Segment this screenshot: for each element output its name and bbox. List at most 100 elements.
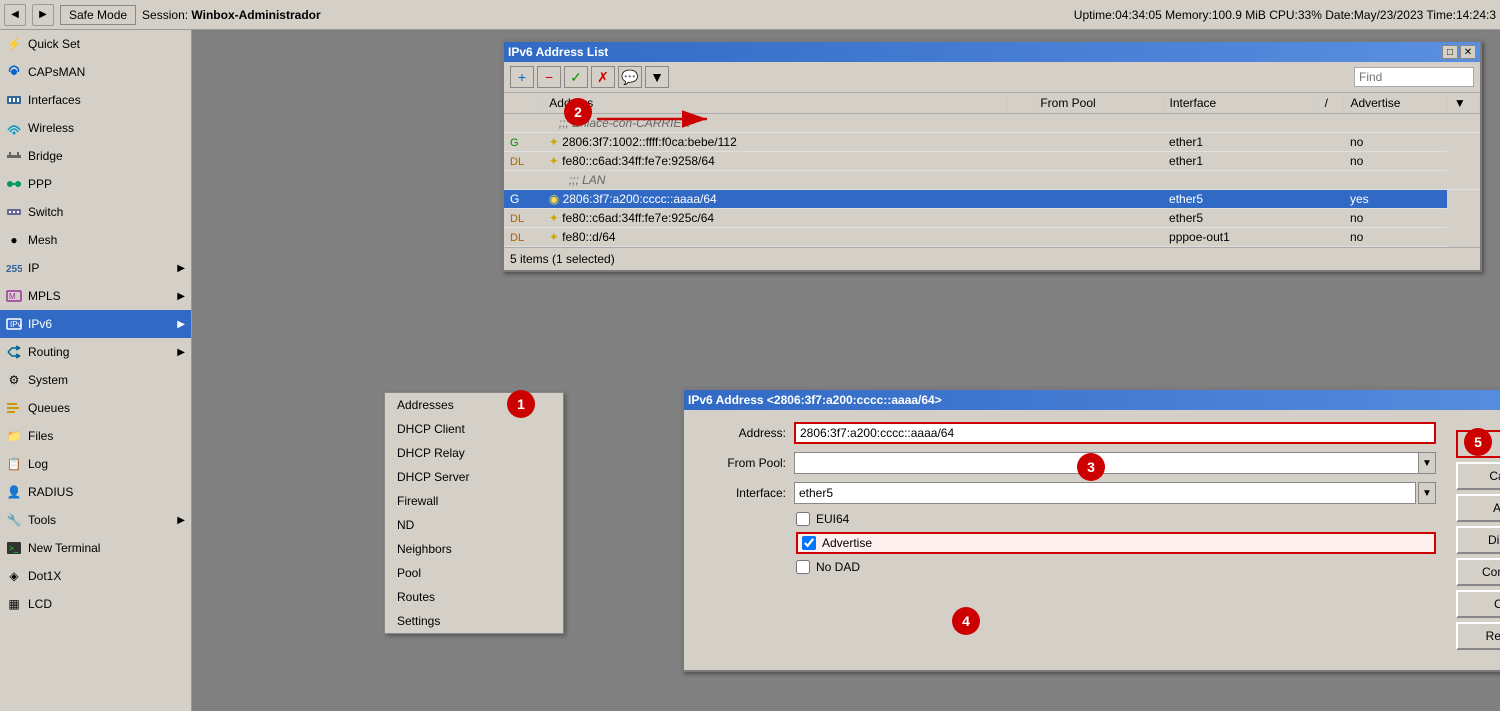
sidebar-item-bridge[interactable]: Bridge xyxy=(0,142,191,170)
advertise-checkbox[interactable] xyxy=(802,536,816,550)
tools-arrow: ▶ xyxy=(177,515,185,526)
list-close-button[interactable]: ✕ xyxy=(1460,45,1476,59)
menu-item-dhcp-server[interactable]: DHCP Server xyxy=(385,465,563,489)
tools-icon: 🔧 xyxy=(6,512,22,528)
sidebar-item-quick-set[interactable]: ⚡ Quick Set xyxy=(0,30,191,58)
sidebar-item-mesh[interactable]: ● Mesh xyxy=(0,226,191,254)
table-row[interactable]: DL ✦ fe80::c6ad:34ff:fe7e:9258/64 ether1… xyxy=(504,152,1480,171)
sidebar-item-new-terminal[interactable]: >_ New Terminal xyxy=(0,534,191,562)
remove-button[interactable]: Remove xyxy=(1456,622,1500,650)
advertise-label: Advertise xyxy=(822,536,872,550)
session-label: Session: Winbox-Administrador xyxy=(142,8,321,22)
col-dropdown[interactable]: ▼ xyxy=(1447,93,1479,114)
menu-item-dhcp-relay[interactable]: DHCP Relay xyxy=(385,441,563,465)
interface-dropdown-button[interactable]: ▼ xyxy=(1418,482,1436,504)
col-interface[interactable]: Interface xyxy=(1163,93,1318,114)
address-input[interactable] xyxy=(794,422,1436,444)
safemode-button[interactable]: Safe Mode xyxy=(60,5,136,25)
svg-text:>_: >_ xyxy=(9,544,19,553)
disable-button[interactable]: ✗ xyxy=(591,66,615,88)
table-row[interactable]: DL ✦ fe80::c6ad:34ff:fe7e:925c/64 ether5… xyxy=(504,209,1480,228)
main-layout: ⚡ Quick Set CAPsMAN Interfaces Wireless xyxy=(0,30,1500,711)
advertise-row: Advertise xyxy=(796,532,1436,554)
sidebar-item-queues[interactable]: Queues xyxy=(0,394,191,422)
quickset-icon: ⚡ xyxy=(6,36,22,52)
sidebar-item-dot1x[interactable]: ◈ Dot1X xyxy=(0,562,191,590)
sidebar-item-capsman[interactable]: CAPsMAN xyxy=(0,58,191,86)
disable-button[interactable]: Disable xyxy=(1456,526,1500,554)
files-icon: 📁 xyxy=(6,428,22,444)
table-row[interactable]: DL ✦ fe80::d/64 pppoe-out1 no xyxy=(504,228,1480,247)
interface-label: Interface: xyxy=(696,486,786,500)
find-input[interactable] xyxy=(1354,67,1474,87)
table-row[interactable]: G ◉ 2806:3f7:a200:cccc::aaaa/64 ether5 y… xyxy=(504,190,1480,209)
col-from-pool[interactable]: From Pool xyxy=(1034,93,1163,114)
list-minimize-button[interactable]: □ xyxy=(1442,45,1458,59)
sidebar-item-log[interactable]: 📋 Log xyxy=(0,450,191,478)
menu-item-addresses[interactable]: Addresses xyxy=(385,393,563,417)
ipv6-arrow: ▶ xyxy=(177,319,185,330)
comment-button[interactable]: 💬 xyxy=(618,66,642,88)
status-indicator: DL xyxy=(510,232,524,244)
sidebar-item-ppp[interactable]: PPP xyxy=(0,170,191,198)
sidebar-item-radius[interactable]: 👤 RADIUS xyxy=(0,478,191,506)
button-panel: OK Cancel Apply Disable Comment Copy Rem… xyxy=(1448,422,1500,658)
comment-btn[interactable]: Comment xyxy=(1456,558,1500,586)
back-button[interactable]: ◀ xyxy=(4,4,26,26)
mpls-arrow: ▶ xyxy=(177,291,185,302)
interfaces-icon xyxy=(6,92,22,108)
table-row: ;;; LAN xyxy=(504,171,1480,190)
sidebar-item-tools[interactable]: 🔧 Tools ▶ xyxy=(0,506,191,534)
add-button[interactable]: + xyxy=(510,66,534,88)
interface-input[interactable] xyxy=(794,482,1416,504)
menu-item-nd[interactable]: ND xyxy=(385,513,563,537)
status-bar: Uptime:04:34:05 Memory:100.9 MiB CPU:33%… xyxy=(1074,8,1496,22)
menu-item-routes[interactable]: Routes xyxy=(385,585,563,609)
sidebar-item-routing[interactable]: Routing ▶ xyxy=(0,338,191,366)
copy-button[interactable]: Copy xyxy=(1456,590,1500,618)
routing-arrow: ▶ xyxy=(177,347,185,358)
menu-item-settings[interactable]: Settings xyxy=(385,609,563,633)
ip-arrow: ▶ xyxy=(177,263,185,274)
sidebar-item-lcd[interactable]: ▦ LCD xyxy=(0,590,191,618)
forward-button[interactable]: ▶ xyxy=(32,4,54,26)
status-indicator: G xyxy=(510,137,519,149)
remove-button[interactable]: − xyxy=(537,66,561,88)
dot1x-icon: ◈ xyxy=(6,568,22,584)
col-sort[interactable] xyxy=(1008,93,1034,114)
interface-wrapper: ▼ ▼ xyxy=(794,482,1436,504)
nodad-checkbox[interactable] xyxy=(796,560,810,574)
sidebar-item-switch[interactable]: Switch xyxy=(0,198,191,226)
eui64-label: EUI64 xyxy=(816,512,849,526)
menu-item-neighbors[interactable]: Neighbors xyxy=(385,537,563,561)
from-pool-dropdown-button[interactable]: ▼ xyxy=(1418,452,1436,474)
list-toolbar: + − ✓ ✗ 💬 ▼ xyxy=(504,62,1480,93)
menu-item-firewall[interactable]: Firewall xyxy=(385,489,563,513)
col-advertise[interactable]: Advertise xyxy=(1344,93,1447,114)
menu-item-dhcp-client[interactable]: DHCP Client xyxy=(385,417,563,441)
sidebar-item-interfaces[interactable]: Interfaces xyxy=(0,86,191,114)
col-status[interactable] xyxy=(504,93,543,114)
svg-text:255: 255 xyxy=(6,264,22,275)
radius-icon: 👤 xyxy=(6,484,22,500)
interface-row: Interface: ▼ ▼ xyxy=(696,482,1436,504)
sidebar-item-wireless[interactable]: Wireless xyxy=(0,114,191,142)
sidebar-item-ip[interactable]: 255 IP ▶ xyxy=(0,254,191,282)
menu-item-pool[interactable]: Pool xyxy=(385,561,563,585)
sidebar-item-mpls[interactable]: M MPLS ▶ xyxy=(0,282,191,310)
annotation-2: 2 xyxy=(564,98,592,126)
sidebar-item-system[interactable]: ⚙ System xyxy=(0,366,191,394)
from-pool-input[interactable] xyxy=(794,452,1436,474)
apply-button[interactable]: Apply xyxy=(1456,494,1500,522)
sidebar-item-files[interactable]: 📁 Files xyxy=(0,422,191,450)
eui64-checkbox[interactable] xyxy=(796,512,810,526)
capsman-icon xyxy=(6,64,22,80)
filter-button[interactable]: ▼ xyxy=(645,66,669,88)
nodad-row: No DAD xyxy=(796,560,1436,574)
sidebar-item-ipv6[interactable]: IPv6 IPv6 ▶ xyxy=(0,310,191,338)
cancel-button[interactable]: Cancel xyxy=(1456,462,1500,490)
enable-button[interactable]: ✓ xyxy=(564,66,588,88)
ipv6-list-titlebar: IPv6 Address List □ ✕ xyxy=(504,42,1480,62)
from-pool-label: From Pool: xyxy=(696,456,786,470)
table-row[interactable]: G ✦ 2806:3f7:1002::ffff:f0ca:bebe/112 et… xyxy=(504,133,1480,152)
